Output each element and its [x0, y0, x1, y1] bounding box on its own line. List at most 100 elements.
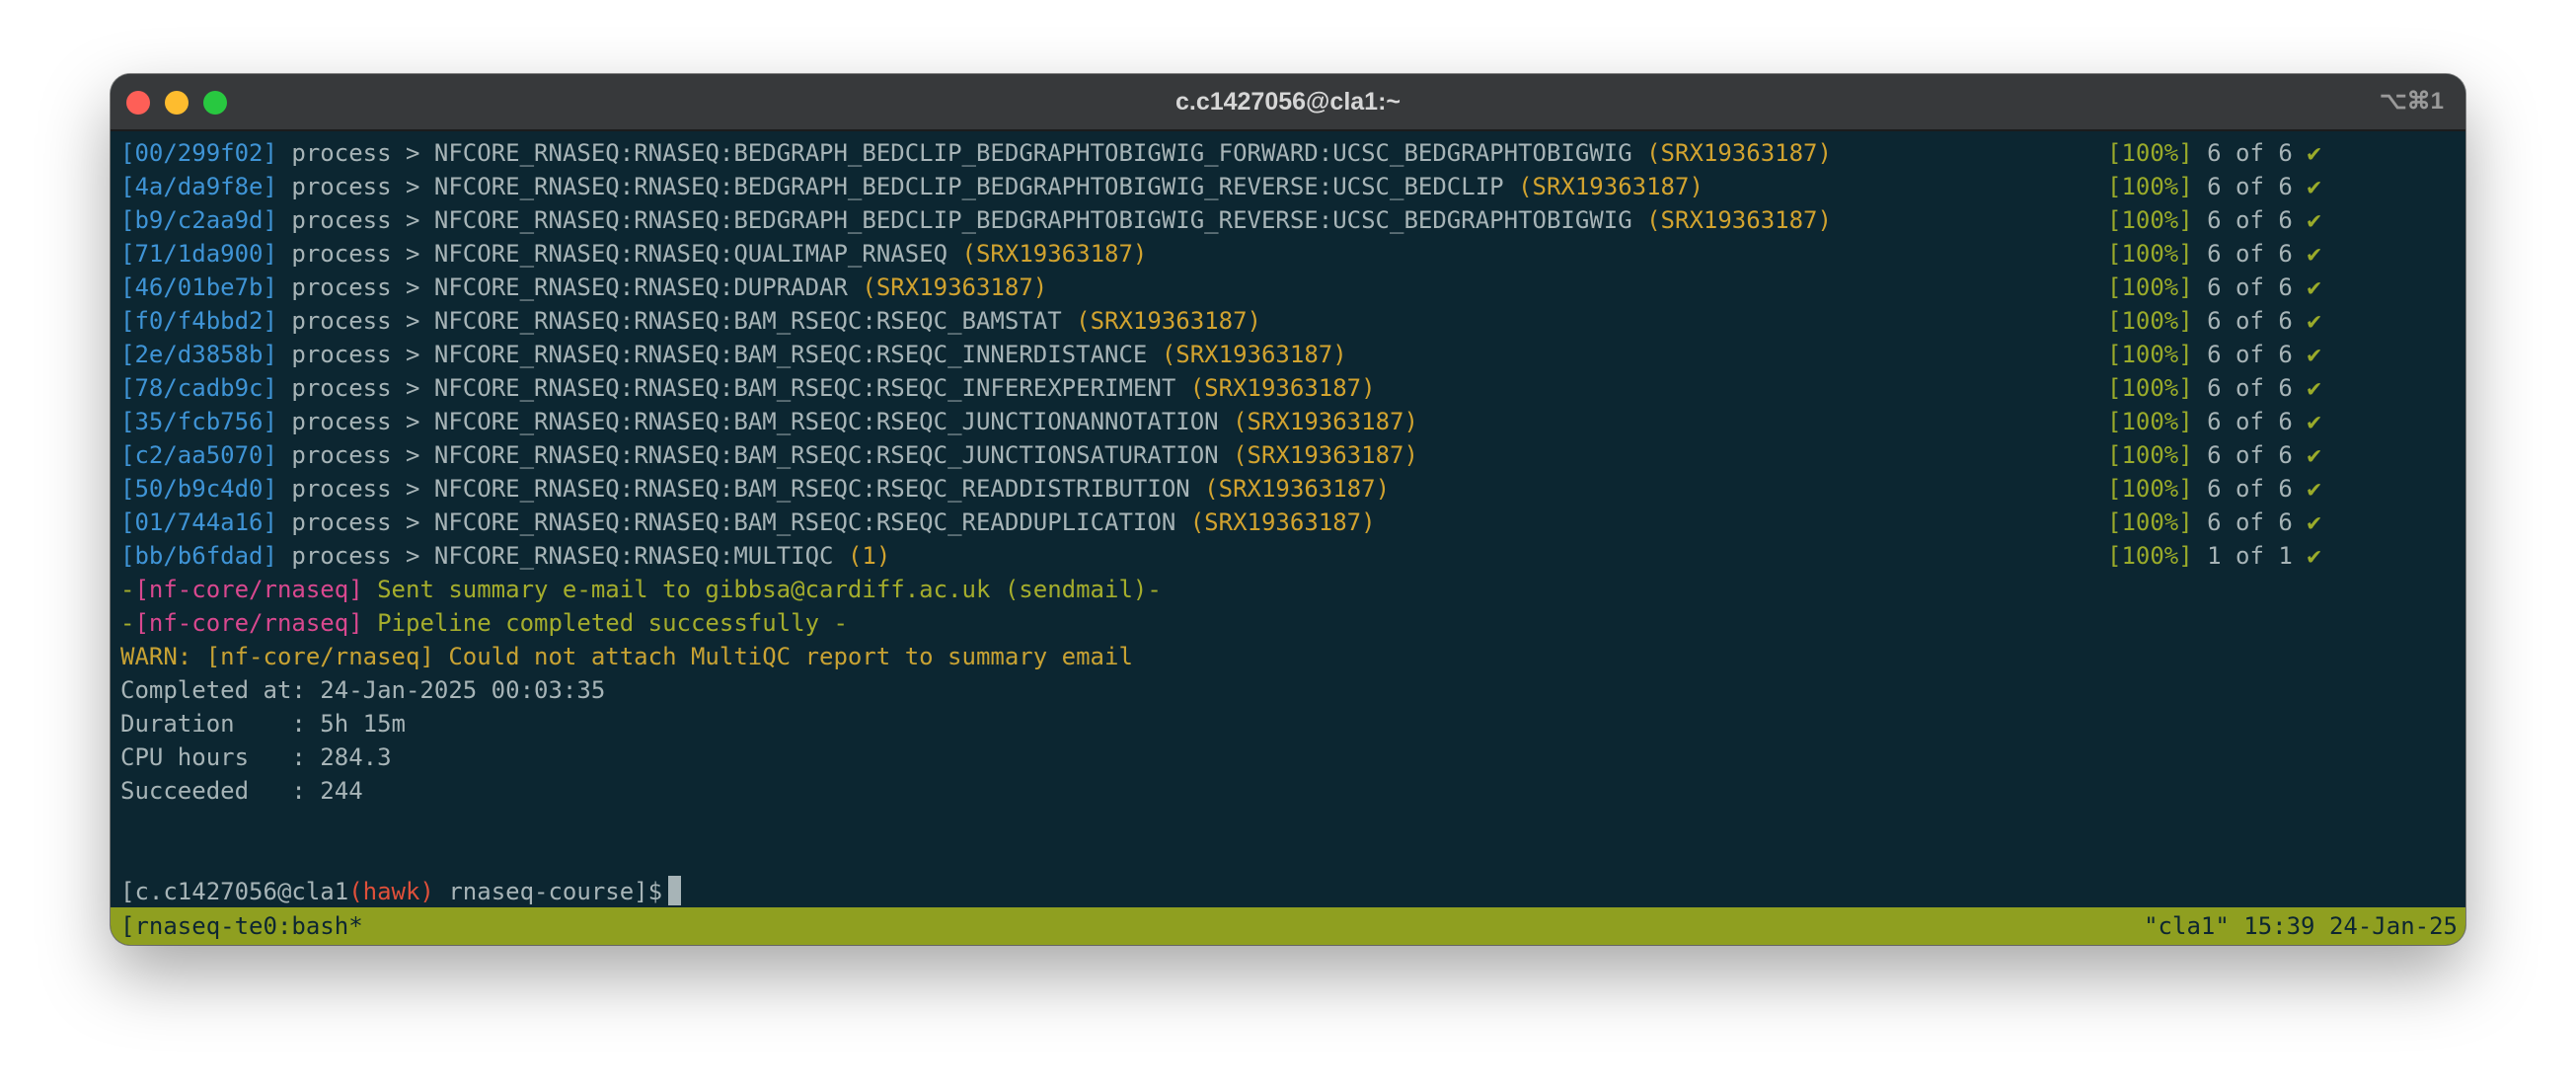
progress-percent: [100%] [2107, 173, 2193, 200]
process-hash: [f0/f4bbd2] [120, 307, 277, 335]
tmux-window-list[interactable]: [rnaseq-te0:bash* [120, 907, 363, 945]
process-label: process > [291, 408, 420, 435]
check-icon: ✔ [2307, 139, 2321, 167]
process-label: process > [291, 173, 420, 200]
window-title: c.c1427056@cla1:~ [1174, 88, 1402, 116]
process-sample-tag: (1) [847, 542, 891, 570]
progress-count: 6 of 6 [2207, 475, 2293, 503]
process-progress: [100%] 6 of 6 ✔ [2107, 438, 2321, 472]
check-icon: ✔ [2307, 542, 2321, 570]
process-sample-tag: (SRX19363187) [1204, 475, 1391, 503]
process-line: [01/744a16] process > NFCORE_RNASEQ:RNAS… [120, 506, 1376, 539]
cpu-hours-line: CPU hours : 284.3 [120, 743, 392, 771]
process-name: NFCORE_RNASEQ:RNASEQ:BEDGRAPH_BEDCLIP_BE… [433, 206, 1632, 234]
process-hash: [00/299f02] [120, 139, 277, 167]
message-prefix: - [120, 576, 135, 603]
progress-count: 6 of 6 [2207, 240, 2293, 268]
progress-count: 6 of 6 [2207, 508, 2293, 536]
process-hash: [35/fcb756] [120, 408, 277, 435]
email-message-text: Sent summary e-mail to gibbsa@cardiff.ac… [362, 576, 1162, 603]
process-line: [b9/c2aa9d] process > NFCORE_RNASEQ:RNAS… [120, 203, 1832, 237]
process-sample-tag: (SRX19363187) [1233, 441, 1418, 469]
process-line: [2e/d3858b] process > NFCORE_RNASEQ:RNAS… [120, 338, 1347, 371]
duration-line: Duration : 5h 15m [120, 710, 406, 738]
progress-count: 6 of 6 [2207, 374, 2293, 402]
process-hash: [01/744a16] [120, 508, 277, 536]
process-label: process > [291, 341, 420, 368]
process-sample-tag: (SRX19363187) [1161, 341, 1347, 368]
process-name: NFCORE_RNASEQ:RNASEQ:BAM_RSEQC:RSEQC_INN… [433, 341, 1148, 368]
progress-count: 6 of 6 [2207, 173, 2293, 200]
terminal-output[interactable]: [00/299f02] process > NFCORE_RNASEQ:RNAS… [120, 136, 2456, 906]
process-line: [00/299f02] process > NFCORE_RNASEQ:RNAS… [120, 136, 1832, 170]
pipeline-complete-line: -[nf-core/rnaseq] Pipeline completed suc… [120, 606, 848, 640]
prompt-user-host: [c.c1427056@cla1 [120, 878, 349, 905]
process-name: NFCORE_RNASEQ:RNASEQ:BAM_RSEQC:RSEQC_REA… [433, 508, 1176, 536]
progress-percent: [100%] [2107, 341, 2193, 368]
prompt-cwd: rnaseq-course]$ [433, 878, 663, 905]
process-sample-tag: (SRX19363187) [1076, 307, 1261, 335]
process-name: NFCORE_RNASEQ:RNASEQ:BEDGRAPH_BEDCLIP_BE… [433, 139, 1632, 167]
progress-count: 6 of 6 [2207, 341, 2293, 368]
process-progress: [100%] 6 of 6 ✔ [2107, 136, 2321, 170]
process-hash: [46/01be7b] [120, 273, 277, 301]
process-hash: [2e/d3858b] [120, 341, 277, 368]
progress-percent: [100%] [2107, 307, 2193, 335]
process-progress: [100%] 6 of 6 ✔ [2107, 472, 2321, 506]
process-name: NFCORE_RNASEQ:RNASEQ:BAM_RSEQC:RSEQC_JUN… [433, 408, 1219, 435]
process-sample-tag: (SRX19363187) [961, 240, 1148, 268]
check-icon: ✔ [2307, 441, 2321, 469]
process-line: [50/b9c4d0] process > NFCORE_RNASEQ:RNAS… [120, 472, 1390, 506]
process-hash: [c2/aa5070] [120, 441, 277, 469]
process-name: NFCORE_RNASEQ:RNASEQ:BAM_RSEQC:RSEQC_INF… [433, 374, 1176, 402]
process-label: process > [291, 240, 420, 268]
process-line: [71/1da900] process > NFCORE_RNASEQ:RNAS… [120, 237, 1147, 271]
completed-at-line: Completed at: 24-Jan-2025 00:03:35 [120, 676, 606, 704]
process-name: NFCORE_RNASEQ:RNASEQ:MULTIQC [433, 542, 834, 570]
process-line: [35/fcb756] process > NFCORE_RNASEQ:RNAS… [120, 405, 1418, 438]
email-message-line: -[nf-core/rnaseq] Sent summary e-mail to… [120, 573, 1162, 606]
process-label: process > [291, 307, 420, 335]
check-icon: ✔ [2307, 374, 2321, 402]
progress-percent: [100%] [2107, 139, 2193, 167]
process-name: NFCORE_RNASEQ:RNASEQ:BAM_RSEQC:RSEQC_BAM… [433, 307, 1062, 335]
process-line: [c2/aa5070] process > NFCORE_RNASEQ:RNAS… [120, 438, 1418, 472]
process-label: process > [291, 206, 420, 234]
process-sample-tag: (SRX19363187) [862, 273, 1048, 301]
process-progress: [100%] 6 of 6 ✔ [2107, 405, 2321, 438]
progress-percent: [100%] [2107, 240, 2193, 268]
tmux-status-right: "cla1" 15:39 24-Jan-25 [2144, 912, 2458, 940]
progress-percent: [100%] [2107, 408, 2193, 435]
check-icon: ✔ [2307, 273, 2321, 301]
process-line: [f0/f4bbd2] process > NFCORE_RNASEQ:RNAS… [120, 304, 1261, 338]
process-progress: [100%] 6 of 6 ✔ [2107, 371, 2321, 405]
progress-count: 1 of 1 [2207, 542, 2293, 570]
process-progress: [100%] 6 of 6 ✔ [2107, 271, 2321, 304]
progress-percent: [100%] [2107, 206, 2193, 234]
progress-count: 6 of 6 [2207, 408, 2293, 435]
process-name: NFCORE_RNASEQ:RNASEQ:BAM_RSEQC:RSEQC_REA… [433, 475, 1190, 503]
process-hash: [b9/c2aa9d] [120, 206, 277, 234]
process-sample-tag: (SRX19363187) [1646, 139, 1832, 167]
process-sample-tag: (SRX19363187) [1189, 508, 1376, 536]
progress-count: 6 of 6 [2207, 139, 2293, 167]
text-cursor [668, 876, 682, 905]
progress-count: 6 of 6 [2207, 206, 2293, 234]
progress-percent: [100%] [2107, 374, 2193, 402]
terminal-window: c.c1427056@cla1:~ ⌥⌘1 [00/299f02] proces… [111, 74, 2465, 945]
process-label: process > [291, 273, 420, 301]
tmux-status-bar: [rnaseq-te0:bash* "cla1" 15:39 24-Jan-25 [111, 907, 2465, 945]
process-label: process > [291, 475, 420, 503]
process-progress: [100%] 6 of 6 ✔ [2107, 304, 2321, 338]
process-line: [4a/da9f8e] process > NFCORE_RNASEQ:RNAS… [120, 170, 1704, 203]
process-label: process > [291, 139, 420, 167]
check-icon: ✔ [2307, 307, 2321, 335]
process-line: [78/cadb9c] process > NFCORE_RNASEQ:RNAS… [120, 371, 1376, 405]
check-icon: ✔ [2307, 475, 2321, 503]
process-progress: [100%] 6 of 6 ✔ [2107, 506, 2321, 539]
message-prefix: - [120, 609, 135, 637]
check-icon: ✔ [2307, 408, 2321, 435]
shell-prompt[interactable]: [c.c1427056@cla1(hawk) rnaseq-course]$ [120, 875, 682, 908]
progress-count: 6 of 6 [2207, 307, 2293, 335]
title-bar: c.c1427056@cla1:~ ⌥⌘1 [111, 74, 2465, 131]
